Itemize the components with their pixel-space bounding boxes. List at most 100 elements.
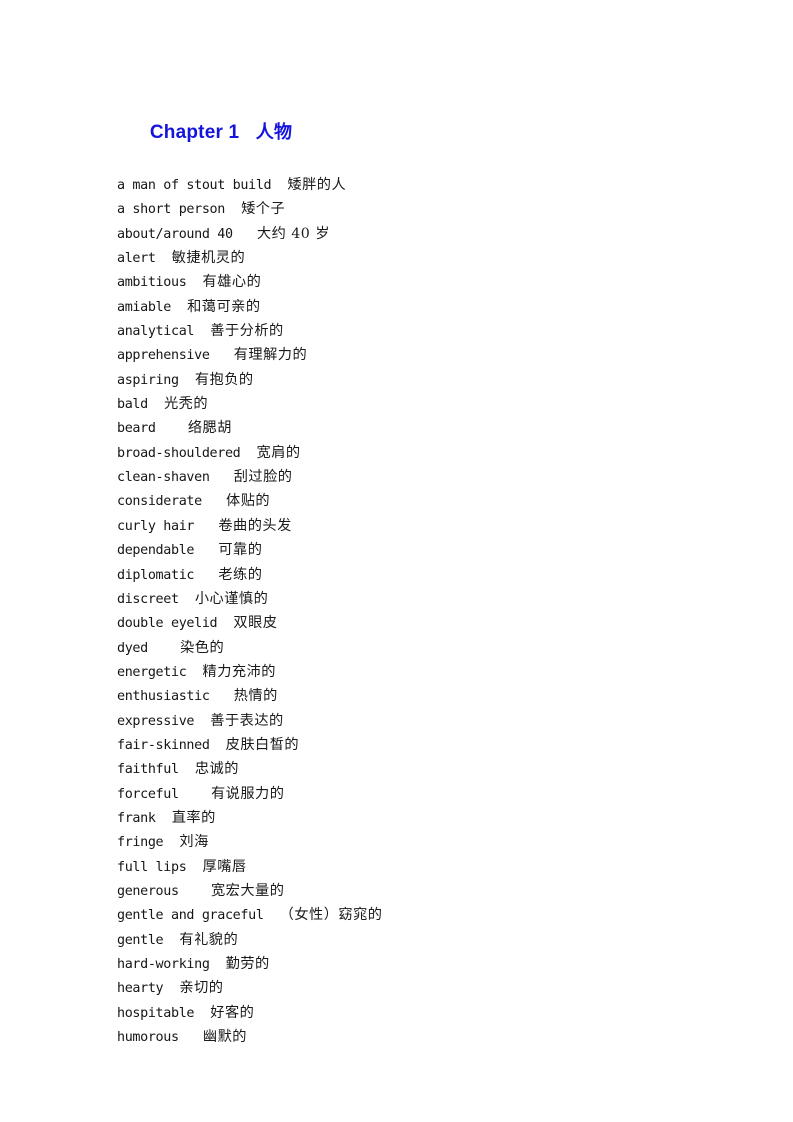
list-item: a man of stout build 矮胖的人: [117, 173, 717, 197]
list-item: dyed 染色的: [117, 636, 717, 660]
vocab-term: clean-shaven: [117, 470, 210, 486]
vocab-term: curly hair: [117, 518, 195, 534]
vocab-term: amiable: [117, 299, 171, 315]
vocab-term: a short person: [117, 202, 225, 218]
list-item: gentle and graceful （女性）窈窕的: [117, 903, 717, 927]
vocab-spacer: [240, 442, 256, 466]
vocab-term: discreet: [117, 591, 179, 607]
vocab-spacer: [233, 223, 257, 247]
vocab-gloss: 刘海: [179, 834, 209, 851]
vocab-spacer: [210, 953, 226, 977]
vocab-spacer: [179, 880, 211, 904]
vocab-term: enthusiastic: [117, 689, 210, 705]
vocab-gloss: 光秃的: [163, 396, 209, 413]
list-item: bald 光秃的: [117, 392, 717, 416]
vocab-term: hard-working: [117, 957, 210, 972]
list-item: expressive 善于表达的: [117, 709, 717, 733]
vocab-gloss: 可靠的: [218, 542, 263, 559]
vocab-spacer: [194, 564, 218, 588]
vocab-term: full lips: [117, 859, 187, 875]
vocab-spacer: [186, 856, 202, 880]
list-item: beard 络腮胡: [117, 416, 717, 440]
vocab-gloss: （女性）窈窕的: [279, 907, 383, 924]
vocab-gloss: 精力充沛的: [202, 663, 276, 680]
title-spacer: [239, 122, 255, 143]
vocab-gloss: 矮个子: [241, 201, 286, 218]
vocab-gloss: 双眼皮: [233, 615, 278, 632]
vocab-spacer: [202, 490, 226, 514]
list-item: a short person 矮个子: [117, 197, 717, 221]
vocab-spacer: [194, 1002, 210, 1026]
list-item: apprehensive 有理解力的: [117, 343, 717, 367]
list-item: ambitious 有雄心的: [117, 270, 717, 294]
vocab-gloss: 有雄心的: [202, 274, 262, 291]
list-item: broad-shouldered 宽肩的: [117, 441, 717, 465]
vocab-spacer: [163, 929, 179, 953]
vocab-term: dyed: [117, 640, 148, 656]
list-item: dependable 可靠的: [117, 538, 717, 562]
vocab-spacer: [186, 271, 202, 295]
vocab-spacer: [156, 247, 172, 271]
list-item: aspiring 有抱负的: [117, 368, 717, 392]
vocab-term: alert: [117, 251, 156, 267]
list-item: gentle 有礼貌的: [117, 928, 717, 952]
list-item: energetic 精力充沛的: [117, 660, 717, 684]
vocab-term: hospitable: [117, 1005, 195, 1021]
vocab-term: dependable: [117, 543, 195, 559]
vocab-gloss: 皮肤白皙的: [225, 736, 300, 753]
vocab-gloss: 刮过脸的: [233, 469, 293, 486]
list-item: enthusiastic 热情的: [117, 684, 717, 708]
vocab-gloss: 善于表达的: [210, 712, 284, 729]
list-item: diplomatic 老练的: [117, 563, 717, 587]
vocab-spacer: [179, 758, 195, 782]
list-item: full lips 厚嘴唇: [117, 855, 717, 879]
vocab-term: beard: [117, 421, 156, 437]
vocab-spacer: [179, 588, 195, 612]
vocab-term: energetic: [117, 664, 187, 680]
vocab-term: broad-shouldered: [117, 445, 241, 461]
vocab-spacer: [194, 515, 218, 539]
vocab-term: fair-skinned: [117, 737, 210, 753]
vocab-gloss: 染色的: [180, 639, 225, 656]
vocab-term: humorous: [117, 1030, 179, 1046]
vocab-term: gentle and graceful: [117, 908, 264, 924]
chapter-topic-label: 人物: [255, 122, 293, 143]
vocab-term: apprehensive: [117, 348, 210, 364]
vocab-term: frank: [117, 810, 156, 826]
vocab-gloss: 勤劳的: [225, 956, 270, 972]
vocab-spacer: [210, 466, 234, 490]
page-title: Chapter 1 人物: [117, 94, 717, 172]
list-item: hard-working 勤劳的: [117, 952, 717, 976]
vocab-gloss: 体贴的: [226, 493, 271, 510]
list-item: amiable 和蔼可亲的: [117, 295, 717, 319]
list-item: curly hair 卷曲的头发: [117, 514, 717, 538]
vocab-gloss: 大约 40 岁: [256, 225, 331, 242]
vocab-spacer: [163, 977, 179, 1001]
list-item: hospitable 好客的: [117, 1001, 717, 1025]
vocab-spacer: [217, 612, 233, 636]
vocab-gloss: 小心谨慎的: [194, 590, 269, 607]
vocab-gloss: 宽肩的: [256, 444, 301, 461]
vocab-spacer: [179, 1026, 203, 1050]
vocab-spacer: [194, 320, 210, 344]
vocab-spacer: [210, 734, 226, 758]
vocab-term: diplomatic: [117, 567, 195, 583]
vocab-term: about/around 40: [117, 226, 233, 242]
vocab-gloss: 矮胖的人: [287, 177, 347, 193]
chapter-number-label: Chapter 1: [149, 122, 240, 143]
list-item: frank 直率的: [117, 806, 717, 830]
vocab-gloss: 有礼貌的: [179, 931, 239, 948]
vocab-spacer: [225, 198, 241, 222]
list-item: clean-shaven 刮过脸的: [117, 465, 717, 489]
vocab-spacer: [148, 637, 180, 661]
vocab-term: faithful: [117, 762, 179, 778]
vocab-spacer: [210, 685, 234, 709]
vocab-gloss: 敏捷机灵的: [171, 250, 246, 267]
list-item: fringe 刘海: [117, 830, 717, 854]
list-item: alert 敏捷机灵的: [117, 246, 717, 270]
vocab-gloss: 亲切的: [179, 980, 224, 997]
vocabulary-list: a man of stout build 矮胖的人 a short person …: [117, 173, 717, 1049]
vocab-gloss: 和蔼可亲的: [187, 298, 261, 315]
vocab-term: aspiring: [117, 372, 179, 388]
vocab-spacer: [194, 710, 210, 734]
